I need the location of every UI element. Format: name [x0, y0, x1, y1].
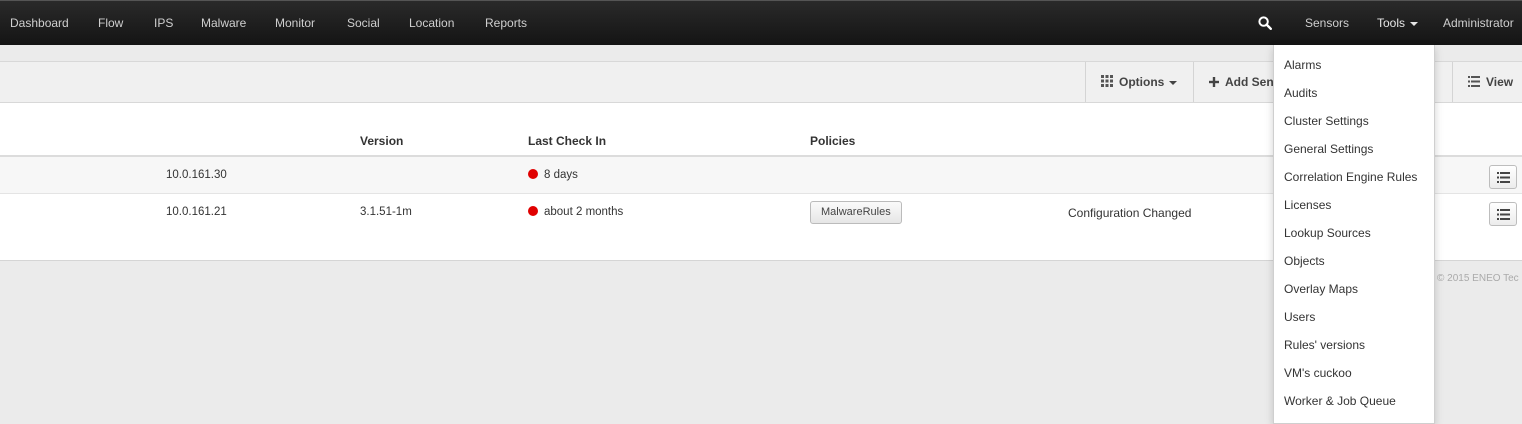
caret-down-icon — [1169, 80, 1178, 85]
menu-item-alarms[interactable]: Alarms — [1284, 58, 1321, 72]
tools-dropdown-menu: Alarms Audits Cluster Settings General S… — [1273, 45, 1435, 424]
menu-item-general-settings[interactable]: General Settings — [1284, 142, 1373, 156]
nav-ips[interactable]: IPS — [154, 1, 173, 46]
list-icon — [1497, 172, 1510, 183]
nav-reports[interactable]: Reports — [485, 1, 527, 46]
nav-malware[interactable]: Malware — [201, 1, 246, 46]
menu-item-objects[interactable]: Objects — [1284, 254, 1325, 268]
nav-user-menu[interactable]: Administrator — [1443, 1, 1514, 46]
status-dot-icon — [528, 169, 538, 179]
top-navbar: Dashboard Flow IPS Malware Monitor Socia… — [0, 0, 1522, 45]
last-check-in: 8 days — [528, 169, 578, 181]
list-icon — [1497, 209, 1510, 220]
sensor-ip: 10.0.161.30 — [166, 169, 227, 181]
menu-item-overlay-maps[interactable]: Overlay Maps — [1284, 282, 1358, 296]
row-actions-button[interactable] — [1489, 165, 1517, 189]
options-button[interactable]: Options — [1085, 62, 1194, 102]
nav-tools-label: Tools — [1377, 16, 1406, 30]
menu-item-cluster-settings[interactable]: Cluster Settings — [1284, 114, 1369, 128]
menu-item-users[interactable]: Users — [1284, 310, 1315, 324]
copyright-footer: © 2015 ENEO Tec — [1437, 273, 1519, 284]
status-dot-icon — [528, 206, 538, 216]
add-sensor-label: Add Sen — [1225, 75, 1274, 89]
menu-item-vms-cuckoo[interactable]: VM's cuckoo — [1284, 366, 1352, 380]
policy-tag[interactable]: MalwareRules — [810, 201, 902, 224]
last-check-in: about 2 months — [528, 206, 623, 218]
grid-icon — [1101, 63, 1113, 103]
sensor-ip: 10.0.161.21 — [166, 206, 227, 218]
list-icon — [1468, 63, 1480, 103]
column-header-version[interactable]: Version — [360, 134, 403, 148]
nav-tools-dropdown[interactable]: Tools — [1377, 1, 1419, 46]
nav-location[interactable]: Location — [409, 1, 454, 46]
nav-dashboard[interactable]: Dashboard — [10, 1, 69, 46]
menu-item-licenses[interactable]: Licenses — [1284, 198, 1331, 212]
nav-sensors[interactable]: Sensors — [1305, 1, 1349, 46]
row-actions-button[interactable] — [1489, 202, 1517, 226]
view-button[interactable]: View — [1452, 62, 1522, 102]
column-header-policies[interactable]: Policies — [810, 134, 855, 148]
menu-item-lookup-sources[interactable]: Lookup Sources — [1284, 226, 1371, 240]
nav-monitor[interactable]: Monitor — [275, 1, 315, 46]
sensor-status: Configuration Changed — [1068, 206, 1192, 220]
nav-social[interactable]: Social — [347, 1, 380, 46]
nav-flow[interactable]: Flow — [98, 1, 123, 46]
options-label: Options — [1119, 75, 1165, 89]
menu-item-worker-job-queue[interactable]: Worker & Job Queue — [1284, 394, 1396, 408]
sensor-version: 3.1.51-1m — [360, 206, 412, 218]
menu-item-audits[interactable]: Audits — [1284, 86, 1317, 100]
view-label: View — [1486, 75, 1514, 89]
menu-item-correlation-engine-rules[interactable]: Correlation Engine Rules — [1284, 170, 1417, 184]
menu-item-rules-versions[interactable]: Rules' versions — [1284, 338, 1365, 352]
search-icon[interactable] — [1258, 16, 1272, 30]
last-check-in-text: about 2 months — [544, 206, 624, 218]
plus-icon — [1209, 63, 1219, 103]
last-check-in-text: 8 days — [544, 169, 578, 181]
column-header-last-check-in[interactable]: Last Check In — [528, 134, 606, 148]
caret-down-icon — [1410, 21, 1419, 26]
